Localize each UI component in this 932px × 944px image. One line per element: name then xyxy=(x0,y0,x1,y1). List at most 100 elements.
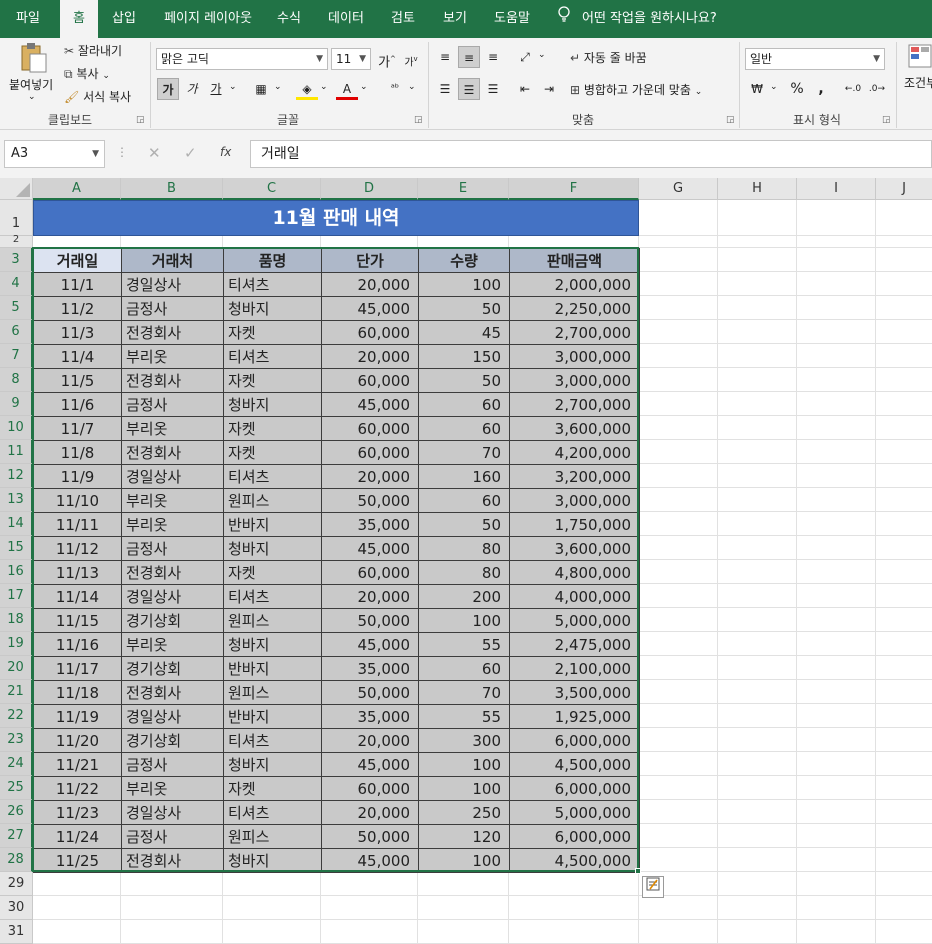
cell[interactable]: 청바지 xyxy=(223,848,322,873)
accounting-format-icon[interactable]: ₩ xyxy=(746,78,768,100)
cell[interactable]: 50 xyxy=(418,296,510,321)
row-header-7[interactable]: 7 xyxy=(0,344,33,368)
row-header-16[interactable]: 16 xyxy=(0,560,33,584)
cell[interactable]: 청바지 xyxy=(223,536,322,561)
dialog-launcher-icon[interactable]: ◲ xyxy=(882,115,891,125)
cell[interactable]: 70 xyxy=(418,440,510,465)
cell[interactable]: 4,500,000 xyxy=(509,848,640,873)
cell[interactable]: 경일상사 xyxy=(121,800,224,825)
cell[interactable]: 60 xyxy=(418,392,510,417)
cell[interactable]: 금정사 xyxy=(121,296,224,321)
cell[interactable]: 2,700,000 xyxy=(509,320,640,345)
cell[interactable]: 250 xyxy=(418,800,510,825)
tab-help[interactable]: 도움말 xyxy=(486,0,538,38)
cell[interactable]: 3,600,000 xyxy=(509,416,640,441)
cell[interactable]: 80 xyxy=(418,560,510,585)
font-color-icon[interactable]: A xyxy=(336,78,358,100)
cell[interactable]: 3,000,000 xyxy=(509,344,640,369)
tab-view[interactable]: 보기 xyxy=(434,0,476,38)
increase-indent-icon[interactable]: ⇥ xyxy=(538,78,560,100)
cell[interactable]: 4,800,000 xyxy=(509,560,640,585)
cell[interactable]: 전경회사 xyxy=(121,440,224,465)
cell[interactable]: 경일상사 xyxy=(121,464,224,489)
cell[interactable]: 4,500,000 xyxy=(509,752,640,777)
cell[interactable]: 60,000 xyxy=(321,440,419,465)
column-title[interactable]: 판매금액 xyxy=(509,248,640,273)
cell[interactable]: 3,200,000 xyxy=(509,464,640,489)
cell[interactable]: 금정사 xyxy=(121,824,224,849)
cell[interactable]: 60,000 xyxy=(321,320,419,345)
cell[interactable]: 11/25 xyxy=(33,848,122,873)
cell[interactable]: 티셔츠 xyxy=(223,272,322,297)
italic-button[interactable]: 가 xyxy=(181,78,203,100)
dialog-launcher-icon[interactable]: ◲ xyxy=(414,115,423,125)
cell[interactable]: 20,000 xyxy=(321,728,419,753)
cell[interactable]: 3,500,000 xyxy=(509,680,640,705)
column-header-f[interactable]: F xyxy=(509,178,639,200)
column-title[interactable]: 품명 xyxy=(223,248,322,273)
cell[interactable]: 20,000 xyxy=(321,272,419,297)
cell[interactable]: 60 xyxy=(418,488,510,513)
cell[interactable]: 35,000 xyxy=(321,512,419,537)
row-header-2[interactable]: 2 xyxy=(0,235,33,248)
cell[interactable]: 부리옷 xyxy=(121,488,224,513)
underline-button[interactable]: 가 xyxy=(205,78,227,100)
row-header-14[interactable]: 14 xyxy=(0,512,33,536)
column-header-d[interactable]: D xyxy=(321,178,418,200)
cell[interactable]: 6,000,000 xyxy=(509,728,640,753)
copy-button[interactable]: ⧉ 복사 ⌄ xyxy=(64,65,110,82)
cell[interactable]: 50,000 xyxy=(321,824,419,849)
cell[interactable]: 2,475,000 xyxy=(509,632,640,657)
row-header-17[interactable]: 17 xyxy=(0,584,33,608)
number-format-select[interactable]: 일반 ▼ xyxy=(745,48,885,70)
cell[interactable]: 11/1 xyxy=(33,272,122,297)
row-header-20[interactable]: 20 xyxy=(0,656,33,680)
row-header-3[interactable]: 3 xyxy=(0,248,33,272)
cell[interactable]: 11/8 xyxy=(33,440,122,465)
cell[interactable]: 6,000,000 xyxy=(509,776,640,801)
tab-home[interactable]: 홈 xyxy=(60,0,98,38)
cell[interactable]: 20,000 xyxy=(321,464,419,489)
row-header-1[interactable]: 1 xyxy=(0,200,33,236)
row-header-10[interactable]: 10 xyxy=(0,416,33,440)
cell[interactable]: 20,000 xyxy=(321,344,419,369)
increase-font-button[interactable]: 가^ xyxy=(376,48,398,70)
row-header-5[interactable]: 5 xyxy=(0,296,33,320)
cell[interactable]: 티셔츠 xyxy=(223,728,322,753)
cell[interactable]: 45,000 xyxy=(321,848,419,873)
cell[interactable]: 반바지 xyxy=(223,656,322,681)
cell[interactable]: 100 xyxy=(418,776,510,801)
dialog-launcher-icon[interactable]: ◲ xyxy=(136,115,145,125)
cell[interactable]: 티셔츠 xyxy=(223,464,322,489)
cell[interactable]: 11/18 xyxy=(33,680,122,705)
fill-color-icon[interactable]: ◈ xyxy=(296,78,318,100)
sheet-title[interactable]: 11월 판매 내역 xyxy=(33,200,639,236)
cell[interactable]: 11/10 xyxy=(33,488,122,513)
cell[interactable]: 200 xyxy=(418,584,510,609)
column-header-h[interactable]: H xyxy=(718,178,797,200)
tab-review[interactable]: 검토 xyxy=(382,0,424,38)
cell[interactable]: 원피스 xyxy=(223,488,322,513)
row-header-30[interactable]: 30 xyxy=(0,896,33,920)
cell[interactable]: 티셔츠 xyxy=(223,584,322,609)
align-right-icon[interactable]: ☰ xyxy=(482,78,504,100)
align-top-icon[interactable]: ≡ xyxy=(434,46,456,68)
align-bottom-icon[interactable]: ≡ xyxy=(482,46,504,68)
cell[interactable]: 자켓 xyxy=(223,368,322,393)
cell[interactable]: 11/24 xyxy=(33,824,122,849)
cell[interactable]: 11/21 xyxy=(33,752,122,777)
cell[interactable]: 50 xyxy=(418,368,510,393)
chevron-down-icon[interactable]: ⌄ xyxy=(274,82,282,92)
cell[interactable]: 80 xyxy=(418,536,510,561)
cell[interactable]: 120 xyxy=(418,824,510,849)
row-header-26[interactable]: 26 xyxy=(0,800,33,824)
conditional-format-button[interactable]: 조건부 서식 xyxy=(904,76,932,91)
cell[interactable]: 경기상회 xyxy=(121,728,224,753)
cell[interactable]: 부리옷 xyxy=(121,416,224,441)
row-header-31[interactable]: 31 xyxy=(0,920,33,944)
column-title[interactable]: 단가 xyxy=(321,248,419,273)
tell-me-search[interactable]: 어떤 작업을 원하시나요? xyxy=(582,0,722,38)
paste-button[interactable]: 붙여넣기 xyxy=(9,76,53,93)
cell[interactable]: 45 xyxy=(418,320,510,345)
quick-analysis-icon[interactable] xyxy=(642,876,664,898)
